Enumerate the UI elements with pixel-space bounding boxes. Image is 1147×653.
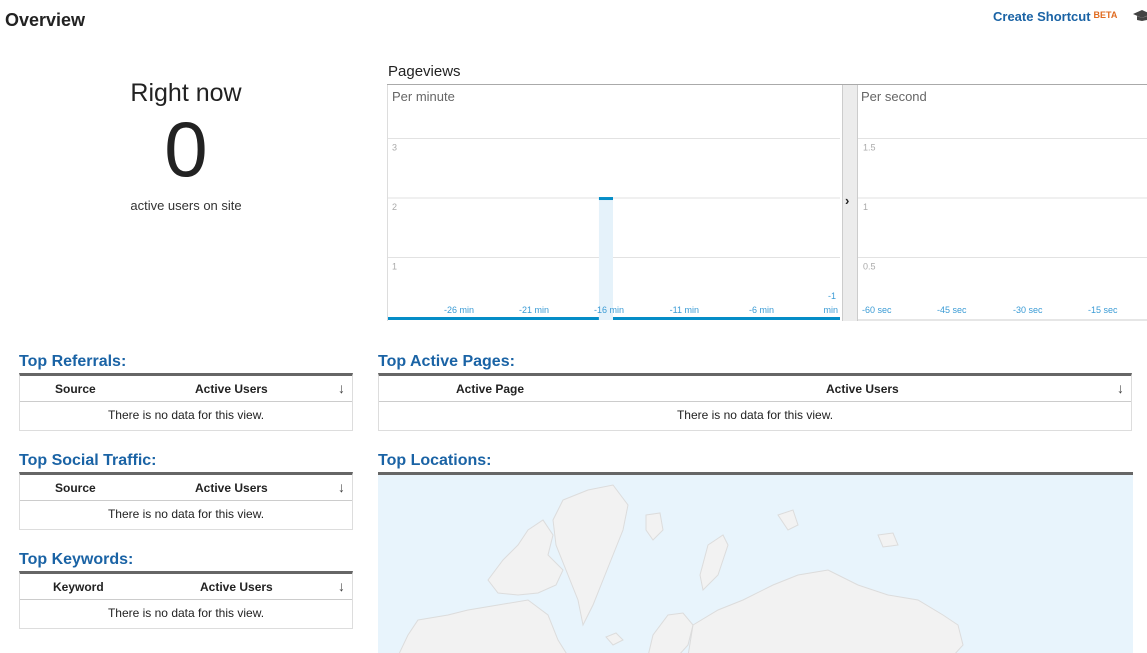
top-social-traffic-table: Source Active Users ↓ There is no data f… — [19, 472, 353, 530]
pageviews-title: Pageviews — [388, 63, 461, 80]
chart-toggle-button[interactable]: › — [842, 85, 858, 321]
sort-down-icon[interactable]: ↓ — [338, 380, 345, 396]
empty-message: There is no data for this view. — [676, 408, 834, 422]
column-header-keyword[interactable]: Keyword — [53, 580, 104, 594]
locations-map[interactable] — [378, 472, 1133, 653]
table-header: Source Active Users ↓ — [20, 475, 352, 501]
right-now-title: Right now — [130, 79, 242, 107]
per-minute-chart: Per minute 1 2 3 -26 min -21 min -16 min -11 m… — [387, 85, 842, 321]
x-tick-label: -30 sec — [1013, 305, 1043, 315]
column-header-active-users[interactable]: Active Users — [195, 382, 268, 396]
x-tick-label: min — [823, 305, 838, 315]
pageviews-chart-panel: Per minute 1 2 3 -26 min -21 min -16 min -11 m… — [387, 84, 1147, 321]
y-tick-label: 1 — [863, 202, 868, 212]
right-now-panel: Right now 0 active users on site — [100, 78, 272, 213]
x-tick-label: -60 sec — [862, 305, 892, 315]
top-keywords-title: Top Keywords: — [19, 551, 134, 568]
y-tick-label: 1 — [392, 262, 397, 272]
per-minute-chart-svg: 1 2 3 -26 min -21 min -16 min -11 min -6 min -1 m… — [388, 138, 840, 320]
map-region-novaya-zemlya — [699, 534, 729, 592]
top-social-traffic-title: Top Social Traffic: — [19, 452, 157, 469]
map-region-scandinavia — [648, 612, 694, 653]
top-active-pages-title: Top Active Pages: — [378, 353, 515, 370]
bar-highlight — [598, 198, 613, 317]
top-referrals-title: Top Referrals: — [19, 353, 127, 370]
sort-down-icon[interactable]: ↓ — [338, 578, 345, 594]
map-region-north-america — [398, 599, 567, 653]
column-header-source[interactable]: Source — [55, 382, 96, 396]
x-tick-label: -21 min — [519, 305, 549, 315]
map-region-greenland — [552, 484, 629, 627]
top-keywords-table: Keyword Active Users ↓ There is no data … — [19, 571, 353, 629]
map-region-new-siberian — [877, 532, 899, 548]
bar-value-cap — [598, 197, 613, 201]
map-region-iceland — [605, 632, 624, 646]
empty-message: There is no data for this view. — [107, 606, 265, 620]
x-tick-label: -11 min — [670, 305, 699, 315]
create-shortcut-link[interactable]: Create Shortcut BETA — [993, 9, 1117, 24]
column-header-active-users[interactable]: Active Users — [200, 580, 273, 594]
table-header: Keyword Active Users ↓ — [20, 574, 352, 600]
map-region-svalbard — [645, 512, 664, 541]
table-header: Active Page Active Users ↓ — [379, 376, 1131, 402]
graduation-cap-icon[interactable] — [1133, 9, 1147, 21]
y-tick-label: 3 — [392, 143, 397, 153]
beta-badge: BETA — [1093, 10, 1118, 20]
table-header: Source Active Users ↓ — [20, 376, 352, 402]
x-tick-label: -6 min — [749, 305, 774, 315]
x-tick-label: -26 min — [444, 305, 474, 315]
sort-down-icon[interactable]: ↓ — [338, 479, 345, 495]
x-axis-baseline — [388, 317, 599, 320]
empty-message: There is no data for this view. — [107, 408, 265, 422]
y-tick-label: 1.5 — [863, 143, 876, 153]
sort-down-icon[interactable]: ↓ — [1117, 380, 1124, 396]
active-users-label: active users on site — [130, 198, 242, 213]
x-tick-label: -1 — [828, 291, 836, 301]
chevron-right-icon: › — [845, 193, 850, 208]
map-region-arctic-islands — [777, 509, 799, 531]
column-header-source[interactable]: Source — [55, 481, 96, 495]
map-region-russia — [687, 569, 964, 653]
top-referrals-table: Source Active Users ↓ There is no data f… — [19, 373, 353, 431]
x-axis-baseline — [613, 317, 840, 320]
column-header-active-users[interactable]: Active Users — [826, 382, 899, 396]
create-shortcut-label: Create Shortcut — [993, 9, 1091, 24]
column-header-active-page[interactable]: Active Page — [456, 382, 524, 396]
per-second-chart-svg: 0.5 1 1.5 -60 sec -45 sec -30 sec -15 sec — [858, 138, 1147, 321]
page-title: Overview — [5, 10, 86, 30]
x-tick-label: -16 min — [594, 305, 624, 315]
column-header-active-users[interactable]: Active Users — [195, 481, 268, 495]
y-tick-label: 0.5 — [863, 262, 876, 272]
top-locations-title: Top Locations: — [378, 452, 492, 469]
top-active-pages-table: Active Page Active Users ↓ There is no d… — [378, 373, 1132, 431]
per-second-chart: Per second 0.5 1 1.5 -60 sec -45 sec -30 sec -… — [858, 85, 1147, 321]
x-axis-baseline-highlight — [598, 317, 613, 320]
x-tick-label: -45 sec — [937, 305, 967, 315]
active-users-count: 0 — [164, 105, 208, 193]
x-tick-label: -15 sec — [1088, 305, 1118, 315]
empty-message: There is no data for this view. — [107, 507, 265, 521]
y-tick-label: 2 — [392, 202, 397, 212]
map-region-canadian-arctic — [487, 519, 564, 596]
world-map-svg — [398, 484, 964, 653]
